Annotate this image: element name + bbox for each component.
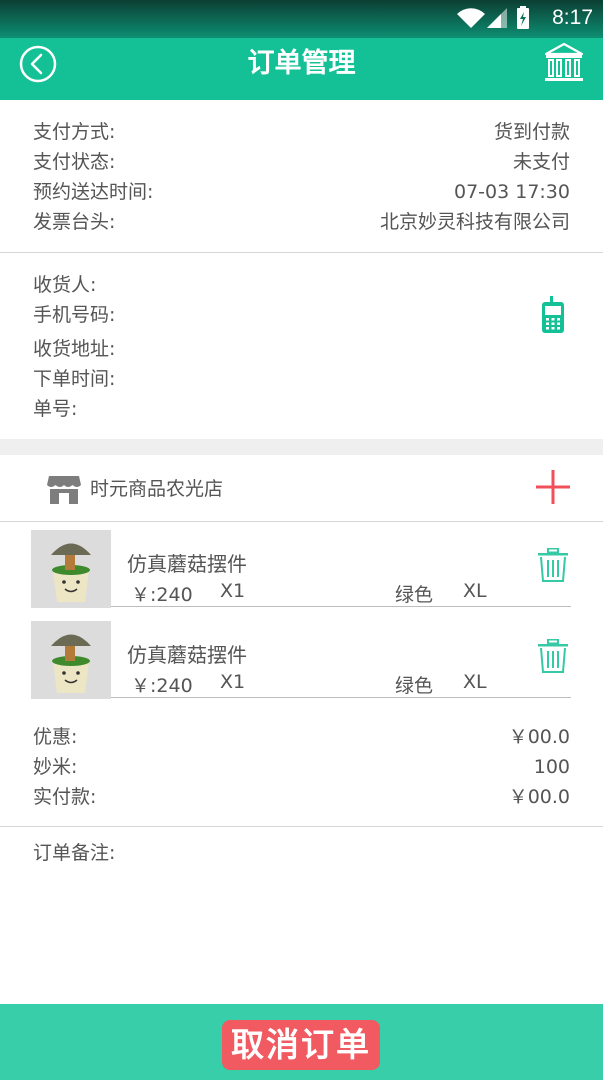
order-number-row: 单号: xyxy=(33,394,570,424)
consignee-section: 收货人: 手机号码: 收货地址: 下单时间: 单号: xyxy=(0,253,603,439)
discount-row: 优惠: ￥00.0 xyxy=(33,722,570,752)
battery-icon xyxy=(517,6,529,29)
trash-icon[interactable] xyxy=(538,548,568,582)
bank-icon[interactable] xyxy=(543,42,585,84)
product-size: XL xyxy=(463,580,487,602)
product-quantity: X1 xyxy=(220,580,246,602)
add-icon[interactable] xyxy=(535,469,571,505)
order-time-label: 下单时间: xyxy=(33,368,116,390)
receiver-label: 收货人: xyxy=(33,274,97,296)
actual-paid-value: ￥00.0 xyxy=(508,786,570,808)
app-header: 订单管理 xyxy=(0,38,603,100)
payment-status-label: 支付状态: xyxy=(33,151,116,173)
invoice-title-row: 发票台头: 北京妙灵科技有限公司 xyxy=(33,207,570,237)
points-row: 妙米: 100 xyxy=(33,752,570,782)
cancel-order-button[interactable]: 取消订单 xyxy=(222,1020,380,1070)
section-divider xyxy=(0,439,603,455)
delivery-time-row: 预约送达时间: 07-03 17:30 xyxy=(33,177,570,207)
page-title: 订单管理 xyxy=(247,48,356,79)
points-value: 100 xyxy=(533,756,570,778)
product-name: 仿真蘑菇摆件 xyxy=(127,643,247,667)
clock: 8:17 xyxy=(552,6,593,29)
discount-label: 优惠: xyxy=(33,726,78,748)
invoice-title-value: 北京妙灵科技有限公司 xyxy=(379,211,570,233)
list-item[interactable]: 仿真蘑菇摆件 ￥:240 X1 绿色 XL xyxy=(31,613,571,699)
points-label: 妙米: xyxy=(33,756,78,778)
phone-row: 手机号码: xyxy=(33,300,570,330)
order-time-row: 下单时间: xyxy=(33,364,570,394)
product-price: ￥:240 xyxy=(131,584,193,606)
payment-method-value: 货到付款 xyxy=(493,121,570,143)
product-thumbnail xyxy=(31,621,111,699)
store-name: 时元商品农光店 xyxy=(90,478,224,500)
order-number-label: 单号: xyxy=(33,398,78,420)
delivery-time-value: 07-03 17:30 xyxy=(453,181,570,203)
list-item[interactable]: 仿真蘑菇摆件 ￥:240 X1 绿色 XL xyxy=(31,522,571,608)
wifi-icon xyxy=(457,8,485,28)
order-info-section: 支付方式: 货到付款 支付状态: 未支付 预约送达时间: 07-03 17:30… xyxy=(0,100,603,253)
product-thumbnail xyxy=(31,530,111,608)
product-price: ￥:240 xyxy=(131,675,193,697)
receiver-row: 收货人: xyxy=(33,270,570,300)
order-remark-label: 订单备注: xyxy=(33,842,116,864)
payment-method-row: 支付方式: 货到付款 xyxy=(33,117,570,147)
payment-method-label: 支付方式: xyxy=(33,121,116,143)
signal-icon xyxy=(487,8,507,28)
phone-label: 手机号码: xyxy=(33,304,116,326)
footer-bar: 取消订单 xyxy=(0,1004,603,1080)
store-icon xyxy=(47,476,81,504)
status-icons xyxy=(457,6,529,29)
product-color: 绿色 xyxy=(395,584,434,606)
payment-status-row: 支付状态: 未支付 xyxy=(33,147,570,177)
product-name: 仿真蘑菇摆件 xyxy=(127,552,247,576)
delivery-time-label: 预约送达时间: xyxy=(33,181,154,203)
address-row: 收货地址: xyxy=(33,334,570,364)
store-header: 时元商品农光店 xyxy=(0,455,603,522)
address-label: 收货地址: xyxy=(33,338,116,360)
invoice-title-label: 发票台头: xyxy=(33,211,116,233)
discount-value: ￥00.0 xyxy=(508,726,570,748)
phone-icon[interactable] xyxy=(541,296,565,334)
trash-icon[interactable] xyxy=(538,639,568,673)
product-quantity: X1 xyxy=(220,671,246,693)
actual-paid-label: 实付款: xyxy=(33,786,97,808)
actual-paid-row: 实付款: ￥00.0 xyxy=(33,782,570,812)
status-bar: 8:17 xyxy=(0,0,603,38)
product-color: 绿色 xyxy=(395,675,434,697)
product-size: XL xyxy=(463,671,487,693)
payment-status-value: 未支付 xyxy=(512,151,570,173)
totals-section: 优惠: ￥00.0 妙米: 100 实付款: ￥00.0 xyxy=(0,720,603,827)
